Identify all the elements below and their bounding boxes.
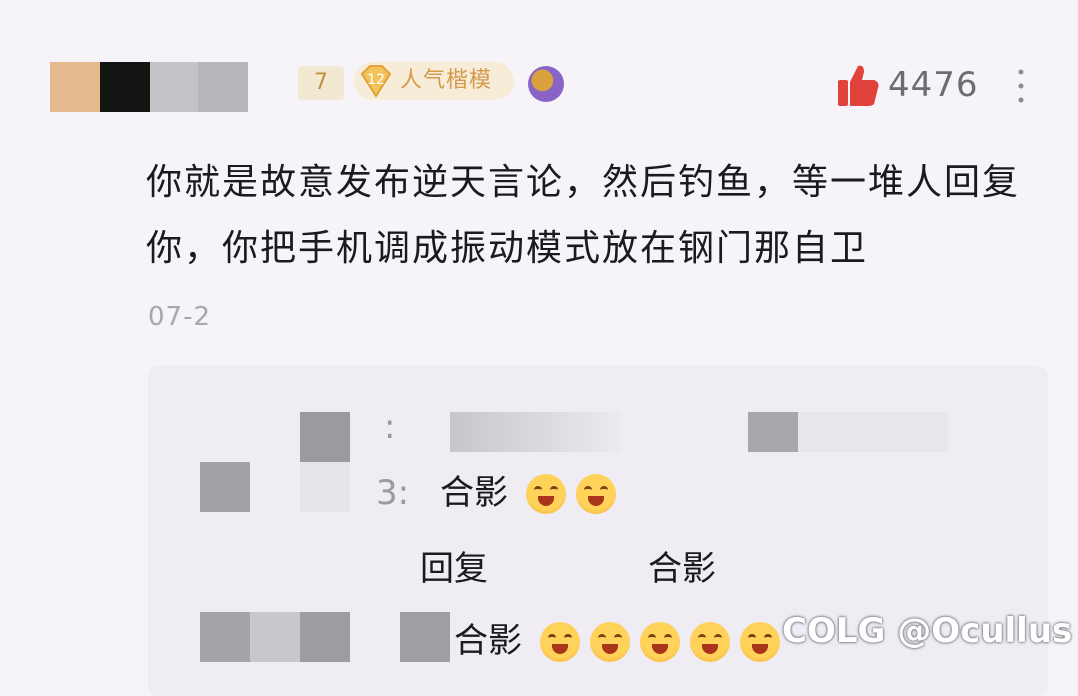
laughing-emoji-icon <box>740 622 780 662</box>
laughing-emoji-icon <box>690 622 730 662</box>
laughing-emoji-icon <box>640 622 680 662</box>
decoration-icon <box>528 66 564 102</box>
reply-username-censored <box>200 462 250 512</box>
reply-username-censored <box>400 612 450 662</box>
laughing-emoji-icon <box>576 474 616 514</box>
username-censored <box>50 62 100 112</box>
reply-username-censored <box>200 612 250 662</box>
reply-username-censored <box>250 612 300 662</box>
reply-username-censored <box>300 612 350 662</box>
laughing-emoji-icon <box>526 474 566 514</box>
like-icon[interactable] <box>836 62 880 108</box>
reply-text-censored <box>450 412 620 452</box>
reply-username-censored <box>300 412 350 462</box>
like-count: 4476 <box>888 65 979 105</box>
more-options-icon[interactable] <box>1010 66 1032 106</box>
username-censored <box>198 62 248 112</box>
reply-text: 合影 <box>454 621 522 661</box>
reply-text: 合影 <box>440 473 508 513</box>
comment-date: 07-2 <box>148 302 212 332</box>
rank-level: 12 <box>367 72 385 88</box>
laughing-emoji-icon <box>540 622 580 662</box>
username-censored <box>100 62 150 112</box>
watermark: COLG @Ocullus <box>782 611 1073 651</box>
reply-text-censored <box>748 412 948 452</box>
reply-username-censored <box>300 462 350 512</box>
reply-prefix: 3: <box>376 473 410 513</box>
user-level-badge: 7 <box>298 66 344 100</box>
rank-gem-icon: 12 <box>360 65 392 98</box>
laughing-emoji-icon <box>590 622 630 662</box>
reply-separator: : <box>384 407 396 447</box>
reply-text: 合影 <box>648 549 716 589</box>
username-censored <box>150 62 198 112</box>
reply-label: 回复 <box>420 549 488 589</box>
comment-text: 你就是故意发布逆天言论，然后钓鱼，等一堆人回复你，你把手机调成振动模式放在钢门那… <box>146 162 1021 269</box>
rank-label: 人气楷模 <box>400 68 493 93</box>
